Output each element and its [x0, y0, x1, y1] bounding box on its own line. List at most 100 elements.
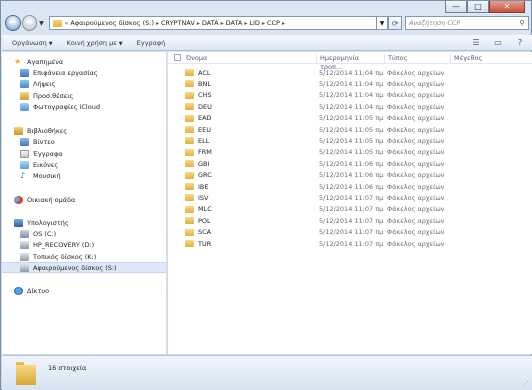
maximize-button[interactable]: □ — [467, 1, 489, 13]
file-row[interactable]: ACL 5/12/2014 11:04 πμ Φάκελος αρχείων — [168, 67, 532, 78]
nav-homegroup[interactable]: Οικιακή ομάδα — [14, 194, 75, 205]
nav-item-documents[interactable]: Έγγραφα — [20, 148, 63, 159]
change-view-icon[interactable]: ☰ — [470, 37, 482, 48]
file-row[interactable]: GRC 5/12/2014 11:06 πμ Φάκελος αρχείων — [168, 170, 532, 181]
nav-item-videos[interactable]: Βίντεο — [20, 136, 55, 147]
caption-buttons: — □ ✕ — [445, 1, 525, 13]
recent-pages-dropdown[interactable]: ▼ — [39, 20, 44, 27]
nav-network[interactable]: Δίκτυο — [14, 285, 49, 296]
file-row[interactable]: MLC 5/12/2014 11:07 πμ Φάκελος αρχείων — [168, 204, 532, 215]
nav-item-desktop[interactable]: Επιφάνεια εργασίας — [20, 67, 98, 78]
forward-button[interactable]: → — [21, 15, 38, 31]
burn-button[interactable]: Εγγραφή — [137, 39, 166, 47]
nav-item-icloud-photos[interactable]: Φωτογραφίες iCloud — [20, 101, 100, 112]
nav-item-drive-k[interactable]: Τοπικός δίσκος (K:) — [20, 251, 96, 262]
column-type[interactable]: Τύπος — [384, 54, 450, 63]
file-row[interactable]: EEU 5/12/2014 11:05 πμ Φάκελος αρχείων — [168, 124, 532, 135]
file-type: Φάκελος αρχείων — [387, 79, 445, 88]
search-icon[interactable]: ⚲ — [516, 19, 528, 27]
file-name: POL — [198, 216, 211, 225]
recent-places-icon — [20, 91, 29, 100]
breadcrumb-item[interactable]: LID — [249, 19, 260, 27]
share-with-button[interactable]: Κοινή χρήση με ▼ — [67, 39, 123, 47]
column-name[interactable]: Όνομα — [183, 54, 316, 63]
resize-grip-icon[interactable]: ⋰ — [522, 380, 530, 388]
breadcrumb-separator-icon[interactable]: ▸ — [244, 20, 247, 27]
search-placeholder: Αναζήτηση CCP — [408, 19, 461, 27]
breadcrumb-item[interactable]: DATA — [226, 19, 243, 27]
address-dropdown-button[interactable]: ▼ — [376, 16, 389, 30]
nav-item-music[interactable]: ♪ Μουσική — [20, 170, 61, 181]
breadcrumb-item[interactable]: CCP — [267, 19, 280, 27]
file-type: Φάκελος αρχείων — [387, 182, 445, 191]
breadcrumb-item[interactable]: Αφαιρούμενος δίσκος (S:) — [70, 19, 154, 27]
column-date[interactable]: Ημερομηνία τροπ... — [316, 54, 383, 71]
file-row[interactable]: TUR 5/12/2014 11:07 πμ Φάκελος αρχείων — [168, 238, 532, 249]
folder-icon — [185, 148, 194, 156]
forward-arrow-icon: → — [25, 18, 34, 28]
navigation-pane: ★ Αγαπημένα Επιφάνεια εργασίας Λήψεις Προ… — [2, 52, 167, 354]
file-type: Φάκελος αρχείων — [387, 91, 445, 100]
close-button[interactable]: ✕ — [489, 1, 525, 13]
view-controls: ☰ ▭ ? — [470, 37, 526, 48]
nav-favorites-header[interactable]: ★ Αγαπημένα — [14, 56, 63, 67]
nav-item-downloads[interactable]: Λήψεις — [20, 78, 55, 89]
file-row[interactable]: EAD 5/12/2014 11:05 πμ Φάκελος αρχείων — [168, 113, 532, 124]
breadcrumb-separator-icon[interactable]: ▸ — [221, 20, 224, 27]
nav-item-drive-d[interactable]: HP_RECOVERY (D:) — [20, 239, 94, 250]
nav-item-drive-c[interactable]: OS (C:) — [20, 228, 56, 239]
breadcrumb-separator-icon[interactable]: ▸ — [156, 20, 159, 27]
file-type: Φάκελος αρχείων — [387, 125, 445, 134]
preview-pane-icon[interactable]: ▭ — [492, 37, 504, 48]
overflow-chevron-icon[interactable]: « — [65, 20, 69, 27]
organize-button[interactable]: Οργάνωση ▼ — [12, 39, 53, 47]
help-icon[interactable]: ? — [514, 37, 526, 48]
back-button[interactable]: ← — [5, 15, 21, 31]
file-row[interactable]: DEU 5/12/2014 11:04 πμ Φάκελος αρχείων — [168, 101, 532, 112]
breadcrumb-separator-icon[interactable]: ▸ — [197, 20, 200, 27]
nav-item-drive-s[interactable]: Αφαιρούμενος δίσκος (S:) — [2, 262, 166, 273]
folder-icon — [185, 217, 194, 225]
address-bar[interactable]: « Αφαιρούμενος δίσκος (S:) ▸ CRYPTNAV ▸ … — [48, 16, 377, 30]
file-date: 5/12/2014 11:06 πμ — [319, 182, 384, 191]
file-row[interactable]: BNL 5/12/2014 11:04 πμ Φάκελος αρχείων — [168, 78, 532, 89]
column-size[interactable]: Μέγεθος — [450, 54, 510, 63]
file-row[interactable]: ISV 5/12/2014 11:07 πμ Φάκελος αρχείων — [168, 192, 532, 203]
desktop-icon — [20, 68, 29, 77]
pictures-icon — [20, 160, 29, 169]
search-input[interactable]: Αναζήτηση CCP ⚲ — [404, 16, 529, 30]
file-name: ISV — [198, 193, 209, 202]
breadcrumb-separator-icon[interactable]: ▸ — [282, 20, 285, 27]
breadcrumb-item[interactable]: DATA — [202, 19, 219, 27]
file-date: 5/12/2014 11:07 πμ — [319, 205, 384, 214]
computer-icon — [14, 218, 23, 227]
breadcrumb-separator-icon[interactable]: ▸ — [262, 20, 265, 27]
file-row[interactable]: ELL 5/12/2014 11:05 πμ Φάκελος αρχείων — [168, 135, 532, 146]
refresh-button[interactable]: ⟳ — [388, 16, 402, 30]
file-date: 5/12/2014 11:05 πμ — [319, 136, 384, 145]
nav-libraries-header[interactable]: Βιβλιοθήκες — [14, 125, 67, 136]
file-name: EEU — [198, 125, 211, 134]
documents-icon — [20, 149, 29, 158]
file-row[interactable]: FRM 5/12/2014 11:05 πμ Φάκελος αρχείων — [168, 147, 532, 158]
folder-icon — [185, 137, 194, 145]
drive-icon — [20, 240, 29, 249]
file-row[interactable]: IBE 5/12/2014 11:06 πμ Φάκελος αρχείων — [168, 181, 532, 192]
file-row[interactable]: GBI 5/12/2014 11:06 πμ Φάκελος αρχείων — [168, 158, 532, 169]
drive-icon — [20, 252, 29, 261]
nav-item-recent[interactable]: Προσ.θέσεις — [20, 90, 73, 101]
file-row[interactable]: SCA 5/12/2014 11:07 πμ Φάκελος αρχείων — [168, 227, 532, 238]
select-all-checkbox[interactable] — [174, 54, 181, 61]
file-date: 5/12/2014 11:06 πμ — [319, 159, 384, 168]
file-row[interactable]: CHS 5/12/2014 11:04 πμ Φάκελος αρχείων — [168, 90, 532, 101]
file-date: 5/12/2014 11:04 πμ — [319, 68, 384, 77]
folder-icon — [185, 126, 194, 133]
file-row[interactable]: POL 5/12/2014 11:07 πμ Φάκελος αρχείων — [168, 215, 532, 226]
downloads-icon — [20, 79, 29, 88]
file-type: Φάκελος αρχείων — [387, 171, 445, 180]
nav-item-pictures[interactable]: Εικόνες — [20, 159, 58, 170]
nav-computer-header[interactable]: Υπολογιστής — [14, 217, 69, 228]
minimize-button[interactable]: — — [445, 1, 467, 13]
breadcrumb-item[interactable]: CRYPTNAV — [161, 19, 195, 27]
file-name: IBE — [198, 182, 209, 191]
